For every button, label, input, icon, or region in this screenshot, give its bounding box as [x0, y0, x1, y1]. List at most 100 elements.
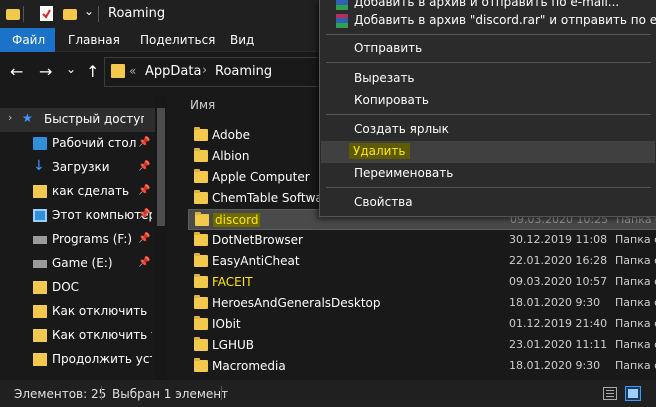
file-date: 30.12.2019 11:08: [509, 233, 608, 246]
menu-item-delete[interactable]: Удалить: [321, 141, 655, 163]
sidebar-item-label: Game (E:): [52, 256, 113, 270]
table-row[interactable]: FACEIT 09.03.2020 10:57 Папка с: [188, 272, 656, 293]
sidebar-item-game-e[interactable]: Game (E:) 📌: [0, 252, 155, 276]
menu-item-cut[interactable]: Вырезать: [321, 68, 655, 90]
sidebar-item-label: Этот компьютер: [52, 208, 152, 222]
properties-icon[interactable]: [40, 6, 53, 21]
window-title: Roaming: [108, 6, 166, 21]
table-row[interactable]: IObit 01.12.2019 21:40 Папка с: [188, 314, 656, 335]
menu-separator: [326, 62, 651, 63]
selection-count: Выбран 1 элемент: [112, 387, 229, 401]
folder-icon: [33, 353, 47, 366]
winrar-icon: [336, 0, 348, 10]
table-row[interactable]: EasyAntiCheat 22.01.2020 16:28 Папка с: [188, 251, 656, 272]
quick-access-dropdown-icon[interactable]: ⌄: [84, 4, 94, 18]
folder-icon: [194, 316, 208, 330]
menu-item-copy[interactable]: Копировать: [321, 90, 655, 112]
file-name: Adobe: [212, 128, 250, 142]
folder-icon: [6, 7, 20, 23]
file-date: 22.01.2020 16:28: [509, 254, 608, 267]
menu-item-label: Свойства: [354, 195, 413, 209]
separator: [98, 6, 99, 22]
sidebar-item-label: Загрузки: [52, 160, 110, 174]
up-button[interactable]: ↑: [86, 62, 99, 81]
file-type: Папка с: [615, 359, 656, 372]
menu-item-properties[interactable]: Свойства: [321, 192, 655, 214]
sidebar-scrollbar-thumb[interactable]: [157, 108, 165, 226]
tab-file[interactable]: Файл: [0, 28, 55, 52]
chevron-right-icon[interactable]: ›: [8, 111, 12, 124]
file-name: FACEIT: [212, 275, 253, 289]
table-row[interactable]: Macromedia 18.01.2020 9:30 Папка с: [188, 356, 656, 377]
back-button[interactable]: ←: [10, 62, 23, 81]
sidebar-item-folder[interactable]: Как отключить ил: [0, 300, 155, 324]
new-folder-icon[interactable]: [63, 7, 77, 23]
breadcrumb-roaming[interactable]: Roaming: [215, 64, 272, 79]
column-header-name[interactable]: Имя: [190, 98, 215, 112]
menu-item-create-shortcut[interactable]: Создать ярлык: [321, 119, 655, 141]
sidebar-item-downloads[interactable]: ↓ Загрузки 📌: [0, 156, 155, 180]
folder-icon: [194, 232, 208, 246]
tab-view[interactable]: Вид: [230, 28, 254, 52]
menu-item-send-to[interactable]: Отправить: [321, 38, 655, 60]
winrar-icon: [336, 14, 348, 28]
table-row[interactable]: DotNetBrowser 30.12.2019 11:08 Папка с: [188, 230, 656, 251]
sidebar-item-doc[interactable]: DOC: [0, 276, 155, 300]
menu-item-delete-label-wrap: Удалить: [349, 143, 410, 159]
folder-icon: [194, 358, 208, 372]
table-row[interactable]: HeroesAndGeneralsDesktop 18.01.2020 9:30…: [188, 293, 656, 314]
pin-icon: 📌: [138, 233, 151, 244]
sidebar-item-this-pc[interactable]: Этот компьютер 📌: [0, 204, 155, 228]
item-count: Элементов: 25: [14, 387, 107, 401]
sidebar-item-label: Как отключить ил: [52, 304, 152, 318]
file-type: Папка с: [615, 296, 656, 309]
drive-icon: [33, 260, 47, 268]
tab-home[interactable]: Главная: [68, 28, 120, 52]
pin-icon: 📌: [138, 137, 151, 148]
menu-item-label: Добавить в архив и отправить по e-mail..…: [354, 0, 620, 9]
drive-icon: [33, 236, 47, 244]
menu-separator: [326, 34, 651, 35]
desktop-icon: [33, 137, 47, 150]
address-overflow-chevron[interactable]: «: [129, 64, 136, 78]
sidebar-item-quick-access[interactable]: › ★ Быстрый доступ: [0, 108, 155, 132]
forward-button[interactable]: →: [39, 62, 52, 81]
sidebar-item-kak-sdelat[interactable]: как сделать 📌: [0, 180, 155, 204]
menu-item-label: Вырезать: [354, 71, 415, 85]
file-name: LGHUB: [212, 338, 255, 352]
menu-item-add-discord-rar-email[interactable]: Добавить в архив "discord.rar" и отправи…: [321, 10, 656, 32]
sidebar-item-label: Programs (F:): [52, 232, 133, 246]
sidebar-item-label: DOC: [52, 280, 80, 294]
file-type: Папка с: [615, 317, 656, 330]
menu-item-label: Создать ярлык: [354, 122, 449, 136]
menu-separator: [326, 187, 651, 188]
sidebar-item-programs-f[interactable]: Programs (F:) 📌: [0, 228, 155, 252]
large-icons-view-icon[interactable]: [625, 386, 641, 401]
file-name: DotNetBrowser: [212, 233, 303, 247]
recent-locations-dropdown[interactable]: ⌄: [66, 62, 76, 76]
tab-share[interactable]: Поделиться: [140, 28, 215, 52]
table-row[interactable]: LGHUB 23.01.2020 11:11 Папка с: [188, 335, 656, 356]
menu-item-rename[interactable]: Переименовать: [321, 163, 655, 185]
separator: [23, 6, 24, 22]
download-icon: ↓: [33, 158, 45, 174]
file-name: ChemTable Software: [212, 191, 335, 205]
sidebar-item-desktop[interactable]: Рабочий стол 📌: [0, 132, 155, 156]
separator: [101, 386, 102, 400]
menu-item-label: Переименовать: [354, 166, 454, 180]
details-view-icon[interactable]: [603, 387, 617, 400]
breadcrumb-separator[interactable]: ›: [202, 63, 207, 78]
sidebar-item-folder[interactable]: Как отключить тел: [0, 324, 155, 348]
file-name: Apple Computer: [212, 170, 310, 184]
breadcrumb-appdata[interactable]: AppData: [145, 64, 201, 79]
separator: [221, 386, 222, 400]
folder-icon: [111, 64, 125, 78]
folder-icon: [195, 212, 209, 226]
sidebar-item-folder[interactable]: Продолжить устан: [0, 348, 155, 372]
address-bar[interactable]: « AppData › Roaming: [104, 57, 334, 87]
folder-icon: [194, 295, 208, 309]
file-date: 23.01.2020 11:11: [509, 338, 608, 351]
sidebar-item-label: как сделать: [52, 184, 130, 198]
file-name: Macromedia: [212, 359, 286, 373]
status-bar: Элементов: 25 Выбран 1 элемент: [0, 380, 656, 407]
